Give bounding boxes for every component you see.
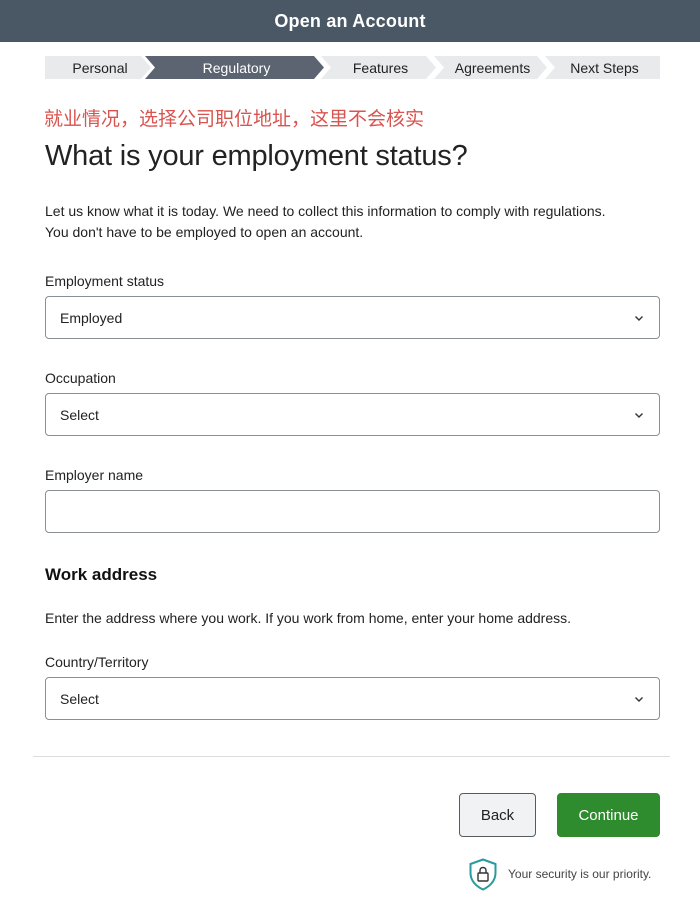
chevron-down-icon xyxy=(635,697,643,702)
progress-steps: Personal Regulatory Features Agreements … xyxy=(45,56,660,79)
annotation-note: 就业情况，选择公司职位地址，这里不会核实 xyxy=(44,108,425,130)
occupation-value: Select xyxy=(60,406,99,423)
country-select[interactable]: Select xyxy=(45,677,660,720)
intro-line-2: You don't have to be employed to open an… xyxy=(45,224,364,240)
occupation-label: Occupation xyxy=(45,370,116,386)
step-personal[interactable]: Personal xyxy=(45,56,151,79)
occupation-select[interactable]: Select xyxy=(45,393,660,436)
intro-text: Let us know what it is today. We need to… xyxy=(45,201,665,243)
chevron-down-icon xyxy=(635,413,643,418)
continue-button[interactable]: Continue xyxy=(557,793,660,837)
work-address-description: Enter the address where you work. If you… xyxy=(45,610,572,626)
country-value: Select xyxy=(60,690,99,707)
step-label: Agreements xyxy=(454,59,531,76)
step-agreements[interactable]: Agreements xyxy=(434,56,547,79)
step-label: Features xyxy=(352,59,409,76)
employer-name-label: Employer name xyxy=(45,467,144,483)
step-label: Personal xyxy=(72,59,128,76)
employer-name-input[interactable] xyxy=(45,490,660,533)
divider xyxy=(33,756,670,757)
step-label: Regulatory xyxy=(202,59,271,76)
top-header: Open an Account xyxy=(0,0,700,42)
employment-status-label: Employment status xyxy=(45,273,165,289)
employment-status-value: Employed xyxy=(60,309,123,326)
security-note: Your security is our priority. xyxy=(468,857,652,891)
step-next-steps[interactable]: Next Steps xyxy=(545,56,660,79)
step-label: Next Steps xyxy=(570,59,639,76)
employment-status-select[interactable]: Employed xyxy=(45,296,660,339)
security-text: Your security is our priority. xyxy=(508,867,652,881)
work-address-title: Work address xyxy=(45,565,158,584)
shield-lock-icon xyxy=(469,857,497,891)
back-button[interactable]: Back xyxy=(459,793,536,837)
step-regulatory[interactable]: Regulatory xyxy=(145,56,324,79)
page-title: What is your employment status? xyxy=(45,140,468,172)
chevron-down-icon xyxy=(635,316,643,321)
intro-line-1: Let us know what it is today. We need to… xyxy=(45,203,606,219)
page-header-title: Open an Account xyxy=(274,10,426,31)
step-features[interactable]: Features xyxy=(321,56,436,79)
country-label: Country/Territory xyxy=(45,654,149,670)
